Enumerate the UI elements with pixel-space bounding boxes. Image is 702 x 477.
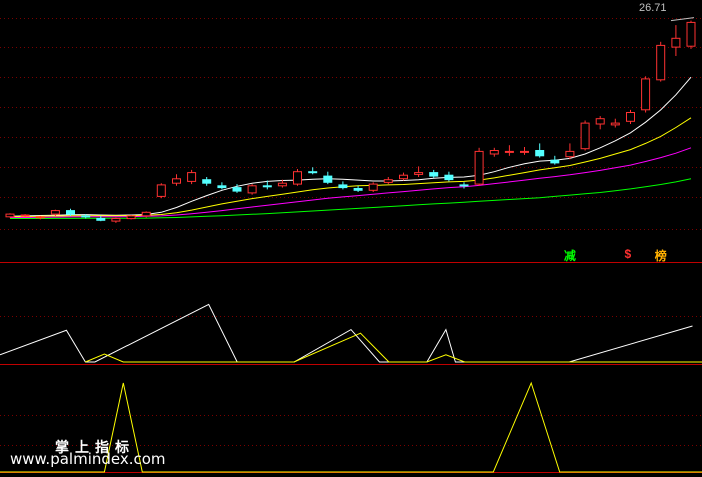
candle-body-up — [247, 185, 257, 194]
candle-body-up — [35, 216, 45, 219]
candle-body-up — [399, 174, 408, 180]
candle-body-down — [323, 175, 333, 183]
indicator-yellow-line — [85, 332, 702, 363]
price-label: 26.71 — [639, 2, 667, 14]
ma-line-3 — [10, 178, 692, 219]
candle-body-down — [429, 172, 439, 177]
marker-reduce: 减 — [563, 249, 576, 263]
candle-body-up — [126, 215, 136, 220]
candle-body-down — [550, 159, 560, 164]
candle-body-up — [641, 78, 651, 111]
stock-chart — [0, 17, 702, 473]
candle-body-up — [595, 118, 605, 125]
candle-body-up — [20, 214, 30, 217]
candle-body-down — [66, 210, 75, 215]
candle-body-up — [610, 122, 620, 126]
candle-body-up — [520, 150, 529, 153]
marker-rank: 榜 — [654, 249, 667, 263]
candle-body-up — [277, 182, 287, 187]
candle-body-up — [656, 44, 666, 81]
candle-body-down — [262, 185, 272, 188]
candle-body-up — [141, 211, 151, 217]
candle-body-down — [232, 187, 242, 192]
candle-body-up — [580, 122, 590, 150]
candle-body-up — [626, 112, 635, 122]
candle-body-down — [81, 215, 91, 218]
indicator-white-line — [0, 303, 693, 363]
candle-body-down — [308, 171, 318, 174]
candle-body-up — [187, 172, 197, 182]
candle-body-up — [111, 218, 121, 222]
candle-body-up — [293, 171, 302, 185]
candle-body-down — [535, 150, 545, 157]
watermark-url: www.palmindex.com — [10, 450, 166, 468]
price-pointer — [670, 17, 695, 22]
candle-body-up — [489, 150, 499, 155]
candle-body-up — [504, 150, 514, 153]
candle-body-down — [202, 179, 212, 184]
marker-dollar: $ — [624, 247, 632, 261]
candle-body-up — [50, 210, 60, 215]
candle-body-down — [459, 184, 469, 187]
candle-body-up — [414, 172, 424, 175]
candle-body-up — [172, 178, 181, 184]
candle-body-up — [565, 150, 575, 158]
candle-body-up — [5, 213, 15, 218]
candle-body-down — [444, 174, 454, 181]
candle-body-up — [368, 183, 378, 191]
candle-body-down — [217, 185, 227, 189]
candle-body-up — [383, 179, 393, 183]
candle-body-down — [338, 184, 348, 189]
ma-line-2 — [9, 147, 692, 219]
candle-body-up — [474, 150, 484, 185]
candle-body-down — [96, 218, 106, 221]
candle-body-up — [671, 37, 681, 48]
candle-body-up — [156, 184, 166, 197]
candle-body-up — [686, 21, 696, 47]
candle-body-down — [353, 188, 363, 191]
